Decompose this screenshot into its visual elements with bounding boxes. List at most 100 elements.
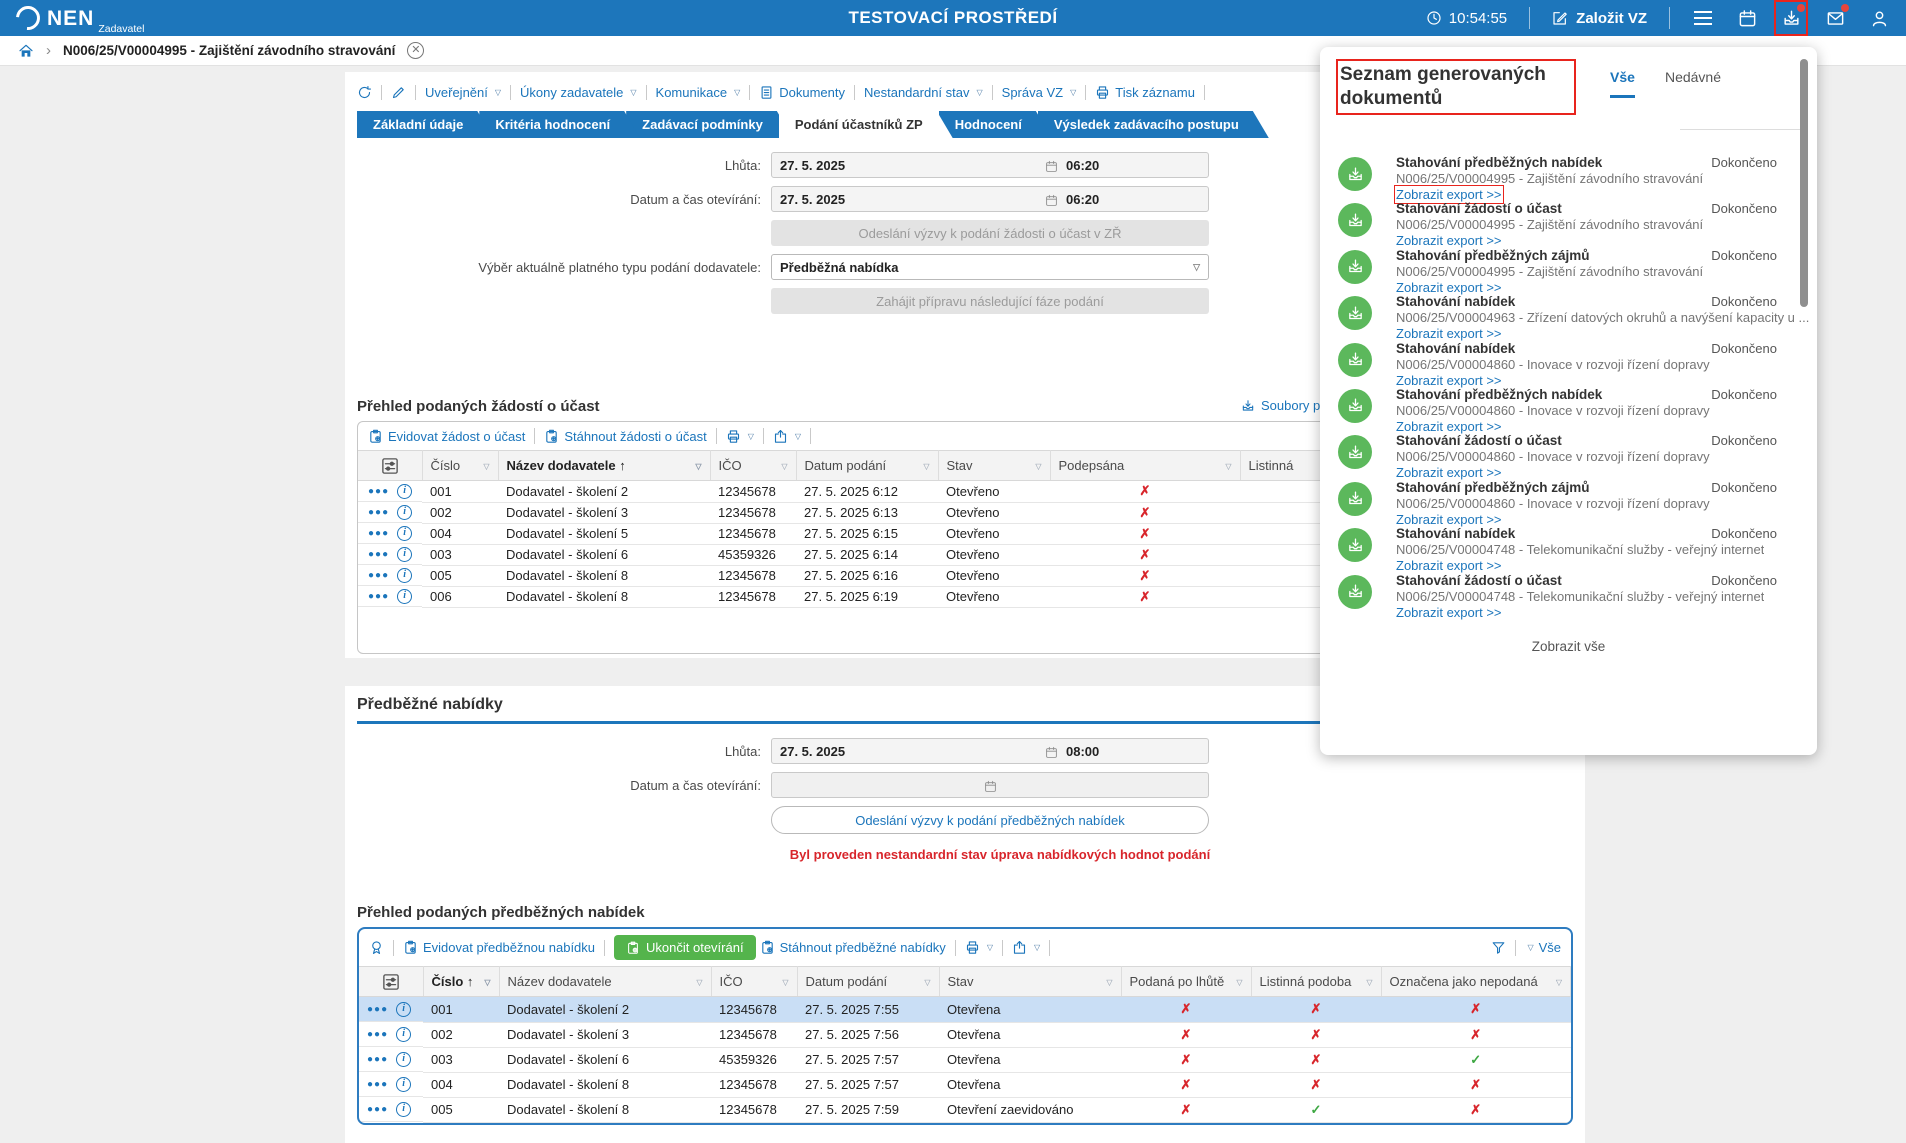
register-pn-button[interactable]: Evidovat předběžnou nabídku xyxy=(403,940,595,955)
info-icon[interactable]: i xyxy=(397,568,412,583)
table-row[interactable]: ●●●i 001 Dodavatel - školení 2 12345678 … xyxy=(359,997,1571,1023)
column-header[interactable]: Číslo xyxy=(422,451,498,481)
show-export-link[interactable]: Zobrazit export >> xyxy=(1396,187,1502,202)
export-button[interactable]: ▽ xyxy=(773,429,801,444)
show-export-link[interactable]: Zobrazit export >> xyxy=(1396,558,1502,573)
close-record-icon[interactable]: ✕ xyxy=(407,42,424,59)
submission-type-select[interactable]: Předběžná nabídka ▽ xyxy=(771,254,1209,280)
generated-doc-item[interactable]: Stahování předběžných nabídek N006/25/V0… xyxy=(1338,155,1777,201)
pn-deadline-field[interactable]: 27. 5. 2025 08:00 xyxy=(771,738,1209,764)
breadcrumb-record[interactable]: N006/25/V00004995 - Zajištění závodního … xyxy=(63,43,395,58)
tab-recent[interactable]: Nedávné xyxy=(1665,69,1721,98)
column-header[interactable]: IČO xyxy=(710,451,796,481)
column-header[interactable]: Podepsána xyxy=(1050,451,1240,481)
menu-nonstandard-state[interactable]: Nestandardní stav▽ xyxy=(864,85,983,100)
opening-field[interactable]: 27. 5. 2025 06:20 xyxy=(771,186,1209,212)
filter-triangle-icon[interactable] xyxy=(484,973,490,988)
row-menu-icon[interactable]: ●●● xyxy=(367,1029,388,1040)
column-header[interactable]: Číslo ↑ xyxy=(423,967,499,997)
generated-doc-item[interactable]: Stahování předběžných nabídek N006/25/V0… xyxy=(1338,387,1777,433)
filter-triangle-icon[interactable] xyxy=(1225,457,1231,472)
finish-opening-button[interactable]: Ukončit otevírání xyxy=(614,935,756,960)
column-header[interactable]: Listinná podoba xyxy=(1251,967,1381,997)
menu-communication[interactable]: Komunikace▽ xyxy=(656,85,741,100)
filter-triangle-icon[interactable] xyxy=(924,973,930,988)
info-icon[interactable]: i xyxy=(397,547,412,562)
home-icon[interactable] xyxy=(18,43,34,59)
filter-triangle-icon[interactable] xyxy=(782,973,788,988)
column-header[interactable]: Název dodavatele ↑ xyxy=(498,451,710,481)
deadline-field[interactable]: 27. 5. 2025 06:20 xyxy=(771,152,1209,178)
table-row[interactable]: ●●●i 004 Dodavatel - školení 8 12345678 … xyxy=(359,1072,1571,1097)
menu-vz-admin[interactable]: Správa VZ▽ xyxy=(1002,85,1077,100)
row-menu-icon[interactable]: ●●● xyxy=(367,1004,388,1015)
row-menu-icon[interactable]: ●●● xyxy=(367,1054,388,1065)
tab[interactable]: Kritéria hodnocení xyxy=(479,111,640,138)
calendar-icon[interactable] xyxy=(1045,191,1058,206)
info-icon[interactable]: i xyxy=(396,1077,411,1092)
messages-button[interactable] xyxy=(1824,6,1846,30)
next-phase-button[interactable]: Zahájit přípravu následující fáze podání xyxy=(771,288,1209,314)
column-header[interactable]: Označena jako nepodaná xyxy=(1381,967,1571,997)
menu-print-record[interactable]: Tisk záznamu xyxy=(1095,85,1195,100)
info-icon[interactable]: i xyxy=(396,1102,411,1117)
filter-triangle-icon[interactable] xyxy=(1366,973,1372,988)
show-export-link[interactable]: Zobrazit export >> xyxy=(1396,233,1502,248)
filter-triangle-icon[interactable] xyxy=(1035,457,1041,472)
generated-doc-item[interactable]: Stahování žádostí o účast N006/25/V00004… xyxy=(1338,573,1777,619)
filter-triangle-icon[interactable] xyxy=(1556,973,1562,988)
show-export-link[interactable]: Zobrazit export >> xyxy=(1396,326,1502,341)
generated-doc-item[interactable]: Stahování nabídek N006/25/V00004748 - Te… xyxy=(1338,526,1777,572)
rosette-button[interactable] xyxy=(369,940,384,955)
filter-triangle-icon[interactable] xyxy=(483,457,489,472)
column-header[interactable]: Podaná po lhůtě xyxy=(1121,967,1251,997)
table-row[interactable]: ●●●i 005 Dodavatel - školení 8 12345678 … xyxy=(359,1097,1571,1122)
column-settings-button[interactable] xyxy=(358,451,422,481)
show-export-link[interactable]: Zobrazit export >> xyxy=(1396,373,1502,388)
print-button[interactable]: ▽ xyxy=(726,429,754,444)
menu-button[interactable] xyxy=(1692,6,1714,30)
info-icon[interactable]: i xyxy=(396,1027,411,1042)
row-menu-icon[interactable]: ●●● xyxy=(368,528,389,539)
pn-opening-field[interactable] xyxy=(771,772,1209,798)
generated-doc-item[interactable]: Stahování předběžných zájmů N006/25/V000… xyxy=(1338,248,1777,294)
tab[interactable]: Zadávací podmínky xyxy=(626,111,793,138)
generated-doc-item[interactable]: Stahování nabídek N006/25/V00004963 - Zř… xyxy=(1338,294,1777,340)
menu-publish[interactable]: Uveřejnění▽ xyxy=(425,85,501,100)
show-export-link[interactable]: Zobrazit export >> xyxy=(1396,605,1502,620)
print-button[interactable]: ▽ xyxy=(965,940,993,955)
view-all-filter[interactable]: ▽Vše xyxy=(1525,940,1561,955)
filter-triangle-icon[interactable] xyxy=(695,457,701,472)
column-header[interactable]: IČO xyxy=(711,967,797,997)
row-menu-icon[interactable]: ●●● xyxy=(368,570,389,581)
downloads-button[interactable] xyxy=(1780,6,1802,30)
register-request-button[interactable]: Evidovat žádost o účast xyxy=(368,429,525,444)
download-pn-button[interactable]: Stáhnout předběžné nabídky xyxy=(760,940,946,955)
calendar-icon[interactable] xyxy=(1045,743,1058,758)
column-header[interactable]: Název dodavatele xyxy=(499,967,711,997)
row-menu-icon[interactable]: ●●● xyxy=(368,486,389,497)
panel-scrollbar[interactable] xyxy=(1800,59,1808,307)
filter-triangle-icon[interactable] xyxy=(923,457,929,472)
export-button[interactable]: ▽ xyxy=(1012,940,1040,955)
menu-contracting-tasks[interactable]: Úkony zadavatele▽ xyxy=(520,85,637,100)
show-export-link[interactable]: Zobrazit export >> xyxy=(1396,280,1502,295)
edit-button[interactable] xyxy=(391,85,406,100)
tab[interactable]: Výsledek zadávacího postupu xyxy=(1038,111,1269,138)
row-menu-icon[interactable]: ●●● xyxy=(367,1104,388,1115)
menu-documents[interactable]: Dokumenty xyxy=(759,85,845,100)
column-header[interactable]: Datum podání xyxy=(796,451,938,481)
calendar-button[interactable] xyxy=(1736,6,1758,30)
filter-button[interactable] xyxy=(1491,940,1506,955)
info-icon[interactable]: i xyxy=(397,589,412,604)
tab[interactable]: Hodnocení xyxy=(939,111,1052,138)
send-request-button[interactable]: Odeslání výzvy k podání žádosti o účast … xyxy=(771,220,1209,246)
table-row[interactable]: ●●●i 002 Dodavatel - školení 3 12345678 … xyxy=(359,1022,1571,1047)
info-icon[interactable]: i xyxy=(397,505,412,520)
info-icon[interactable]: i xyxy=(396,1002,411,1017)
row-menu-icon[interactable]: ●●● xyxy=(368,507,389,518)
generated-doc-item[interactable]: Stahování žádostí o účast N006/25/V00004… xyxy=(1338,201,1777,247)
filter-triangle-icon[interactable] xyxy=(1106,973,1112,988)
create-vz-button[interactable]: Založit VZ xyxy=(1552,10,1647,27)
download-requests-button[interactable]: Stáhnout žádosti o účast xyxy=(544,429,706,444)
